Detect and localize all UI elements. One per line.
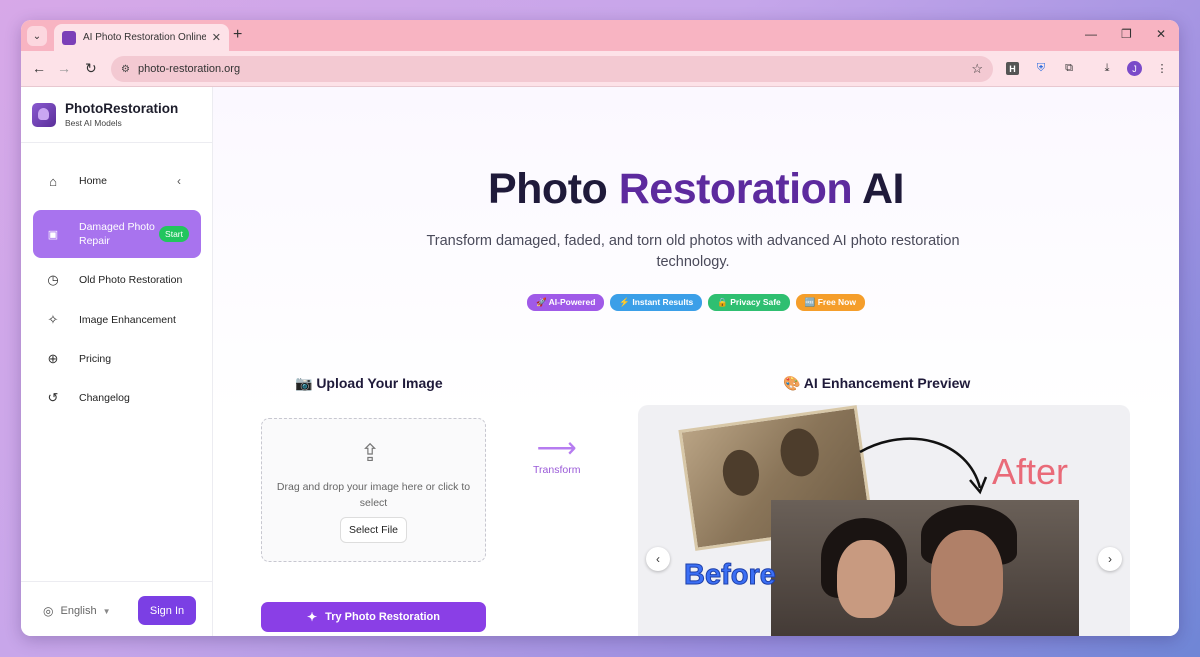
sidebar-item-damaged-photo-repair[interactable]: ▣ Damaged Photo Repair Start	[33, 210, 201, 258]
sidebar-item-label: Changelog	[79, 392, 130, 404]
sidebar-item-label: Home	[79, 175, 108, 187]
try-photo-restoration-button[interactable]: ✦ Try Photo Restoration	[261, 602, 486, 632]
profile-avatar[interactable]: J	[1127, 61, 1142, 76]
home-icon: ⌂	[49, 173, 57, 189]
download-icon[interactable]: ⤓	[1099, 60, 1115, 76]
more-menu-icon[interactable]: ⋮	[1154, 60, 1170, 76]
sign-in-button[interactable]: Sign In	[138, 596, 196, 625]
close-window-icon[interactable]: ✕	[1156, 27, 1166, 41]
new-tab-button[interactable]: +	[233, 26, 242, 44]
logo-icon	[32, 102, 56, 127]
before-label: Before	[684, 559, 777, 592]
try-button-label: Try Photo Restoration	[325, 611, 440, 623]
restored-photo-face-man	[931, 530, 1003, 626]
restored-photo-image	[771, 500, 1079, 636]
old-photo-face-man	[777, 426, 822, 479]
extension-h-icon[interactable]: H	[1006, 62, 1019, 75]
badge-ai-powered: 🚀 AI-Powered	[527, 294, 605, 311]
upload-section-title: 📷 Upload Your Image	[295, 375, 443, 391]
restore-icon[interactable]: ❐	[1121, 27, 1132, 41]
address-bar[interactable]: ⚙ photo-restoration.org ☆	[111, 56, 993, 82]
carousel-prev-button[interactable]: ‹	[646, 547, 670, 571]
sidebar-item-changelog[interactable]: ↺ Changelog	[33, 382, 201, 414]
chevron-down-icon: ▼	[102, 606, 111, 616]
title-part-main: Photo	[487, 165, 619, 213]
sidebar-item-home[interactable]: ⌂ Home ‹	[33, 165, 201, 197]
dropzone-text: Drag and drop your image here or click t…	[276, 481, 471, 509]
browser-tab[interactable]: AI Photo Restoration Online Fre ✕	[54, 24, 229, 51]
badge-privacy-safe: 🔒 Privacy Safe	[708, 294, 790, 311]
restored-photo-face-woman	[837, 540, 895, 618]
preview-panel: After Before ‹ ›	[638, 405, 1130, 636]
old-photo-face-woman	[719, 447, 762, 499]
reload-icon[interactable]: ↻	[85, 60, 97, 77]
brand-name: PhotoRestoration	[65, 101, 179, 116]
site-info-icon[interactable]: ⚙	[121, 64, 130, 75]
badge-free-now: 🆓 Free Now	[795, 294, 865, 311]
close-tab-icon[interactable]: ✕	[212, 31, 221, 44]
badge-instant-results: ⚡ Instant Results	[610, 294, 703, 311]
bookmark-star-icon[interactable]: ☆	[971, 61, 983, 77]
sidebar: PhotoRestoration Best AI Models ⌂ Home ‹…	[21, 87, 213, 636]
language-label: English	[60, 605, 97, 617]
pricing-icon: ⊕	[47, 351, 59, 366]
sidebar-item-old-photo-restoration[interactable]: ◷ Old Photo Restoration	[33, 264, 201, 296]
history-icon: ↺	[47, 390, 59, 405]
page-title: Photo Restoration AI	[213, 165, 1179, 214]
extensions-puzzle-icon[interactable]: ⧉	[1061, 60, 1077, 76]
tab-search-button[interactable]: ⌄	[27, 26, 47, 46]
chevron-right-icon: ›	[1108, 552, 1112, 566]
sidebar-item-label: Old Photo Restoration	[79, 274, 183, 286]
tab-strip: ⌄ AI Photo Restoration Online Fre ✕ + — …	[21, 20, 1179, 51]
browser-window: ⌄ AI Photo Restoration Online Fre ✕ + — …	[21, 20, 1179, 636]
forward-icon[interactable]: →	[57, 60, 71, 76]
sparkle-icon: ✦	[307, 610, 318, 624]
sidebar-item-label: Damaged Photo Repair	[79, 221, 155, 247]
chevron-down-icon: ⌄	[32, 30, 42, 42]
sidebar-item-label: Pricing	[79, 353, 112, 365]
arrow-right-icon: ⟶	[536, 432, 577, 463]
title-part-end: AI	[852, 165, 905, 213]
upload-icon: ⇪	[360, 440, 381, 467]
language-selector[interactable]: ◎ English ▼	[43, 604, 110, 618]
sidebar-footer: ◎ English ▼ Sign In	[21, 581, 212, 636]
feature-badges: 🚀 AI-Powered ⚡ Instant Results 🔒 Privacy…	[213, 294, 1179, 311]
sidebar-item-pricing[interactable]: ⊕ Pricing	[33, 343, 201, 375]
upload-dropzone[interactable]: ⇪ Drag and drop your image here or click…	[261, 418, 486, 562]
back-icon[interactable]: ←	[32, 60, 46, 76]
carousel-next-button[interactable]: ›	[1098, 547, 1122, 571]
brand-subtitle: Best AI Models	[65, 118, 122, 128]
start-badge: Start	[159, 226, 189, 242]
sidebar-item-image-enhancement[interactable]: ✧ Image Enhancement	[33, 304, 201, 336]
shield-extension-icon[interactable]: ⛨	[1033, 60, 1049, 76]
title-part-accent: Restoration	[618, 165, 853, 213]
page-subtitle: Transform damaged, faded, and torn old p…	[426, 233, 960, 270]
clock-icon: ◷	[47, 272, 59, 287]
after-label: After	[992, 451, 1069, 492]
sparkles-icon: ✧	[47, 312, 59, 327]
favicon-icon	[62, 30, 76, 45]
transform-indicator: ⟶ Transform	[533, 432, 581, 477]
curved-arrow-icon	[859, 437, 988, 495]
sidebar-item-label: Image Enhancement	[79, 314, 176, 326]
select-file-button[interactable]: Select File	[340, 517, 407, 543]
transform-label: Transform	[533, 464, 581, 476]
url-text: photo-restoration.org	[137, 63, 241, 75]
chevron-left-icon: ‹	[656, 552, 660, 566]
tab-title: AI Photo Restoration Online Fre	[83, 32, 206, 43]
brand[interactable]: PhotoRestoration Best AI Models	[21, 87, 212, 143]
image-icon: ▣	[47, 228, 59, 241]
browser-toolbar: ← → ↻ ⚙ photo-restoration.org ☆ H ⛨ ⧉ ⤓ …	[21, 51, 1179, 87]
chevron-left-icon[interactable]: ‹	[177, 174, 181, 188]
preview-section-title: 🎨 AI Enhancement Preview	[783, 375, 971, 391]
globe-icon: ◎	[43, 604, 54, 618]
main-content: Photo Restoration AI Transform damaged, …	[213, 87, 1179, 636]
minimize-icon[interactable]: —	[1085, 27, 1097, 41]
